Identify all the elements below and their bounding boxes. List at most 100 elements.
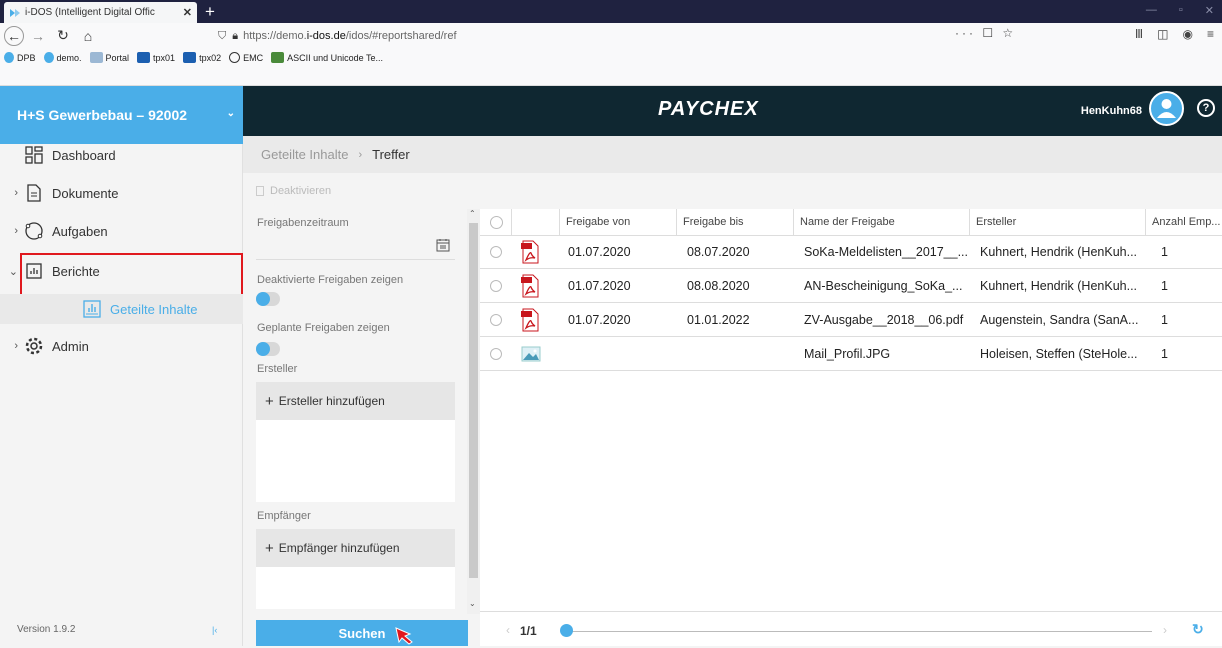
column-header[interactable]: Anzahl Emp... bbox=[1145, 209, 1222, 236]
page-actions[interactable]: ··· ☐ ☆ bbox=[955, 26, 1016, 40]
report-icon bbox=[24, 261, 44, 281]
home-button[interactable]: ⌂ bbox=[77, 25, 99, 47]
menu-icon[interactable]: ≡ bbox=[1207, 27, 1214, 41]
next-page-icon[interactable]: › bbox=[1163, 623, 1167, 637]
sidebar-item-label: Berichte bbox=[52, 263, 100, 279]
period-label: Freigabenzeitraum bbox=[257, 217, 349, 229]
minimize-icon[interactable]: — bbox=[1146, 4, 1157, 17]
close-window-icon[interactable]: ✕ bbox=[1205, 4, 1214, 17]
page-indicator: 1/1 bbox=[520, 624, 537, 638]
company-selector[interactable]: H+S Gewerbebau – 92002 ⌄ bbox=[0, 86, 243, 144]
new-tab-button[interactable]: + bbox=[200, 2, 220, 22]
window-controls: — ▫ ✕ bbox=[1146, 4, 1214, 17]
table-row[interactable]: 01.07.2020 08.07.2020 SoKa-Meldelisten__20… bbox=[480, 236, 1222, 269]
bookmark-portal[interactable]: Portal bbox=[89, 52, 129, 63]
forward-button[interactable]: → bbox=[27, 25, 49, 47]
url-domain: i-dos.de bbox=[306, 30, 346, 42]
cycle-icon bbox=[24, 221, 44, 241]
collapse-sidebar-icon[interactable]: |‹ bbox=[212, 625, 217, 635]
ascii-favicon-icon bbox=[271, 52, 285, 63]
bookmark-tpx02[interactable]: tpx02 bbox=[183, 52, 221, 63]
cell-freigabe-bis: 08.08.2020 bbox=[687, 279, 750, 293]
cell-ersteller: Augenstein, Sandra (SanA... bbox=[980, 313, 1139, 327]
row-select-radio[interactable] bbox=[490, 280, 502, 292]
table-row[interactable]: 01.07.2020 08.08.2020 AN-Bescheinigung_SoK… bbox=[480, 270, 1222, 303]
chevron-right-icon: › bbox=[358, 148, 363, 161]
column-header[interactable]: Freigabe von bbox=[559, 209, 676, 236]
table-row[interactable]: 01.07.2020 01.01.2022 ZV-Ausgabe__2018__06… bbox=[480, 304, 1222, 337]
checkbox-icon bbox=[256, 186, 264, 196]
sidebar-item-geteilte-inhalte[interactable]: Geteilte Inhalte bbox=[0, 294, 243, 324]
mouse-cursor-icon bbox=[393, 625, 415, 648]
scroll-up-icon[interactable]: ⌃ bbox=[469, 209, 476, 218]
period-divider bbox=[256, 259, 455, 260]
image-file-icon bbox=[521, 342, 541, 366]
back-button[interactable]: ← bbox=[4, 25, 24, 46]
sidebar-item-dashboard[interactable]: Dashboard bbox=[0, 140, 243, 170]
creator-label: Ersteller bbox=[257, 363, 298, 375]
search-button[interactable]: Suchen bbox=[256, 620, 468, 646]
avatar[interactable] bbox=[1149, 91, 1184, 126]
browser-tab[interactable]: i-DOS (Intelligent Digital Offic ✕ bbox=[4, 2, 197, 23]
sidebar-item-label: Geteilte Inhalte bbox=[110, 301, 198, 317]
reload-button[interactable]: ↻ bbox=[52, 25, 74, 47]
sidebar-item-berichte[interactable]: ⌄ Berichte bbox=[0, 256, 243, 286]
row-select-radio[interactable] bbox=[490, 314, 502, 326]
sidebar-item-aufgaben[interactable]: › Aufgaben bbox=[0, 216, 243, 246]
add-recipient-button[interactable]: + Empfänger hinzufügen bbox=[256, 529, 455, 567]
bookmark-tpx01[interactable]: tpx01 bbox=[137, 52, 175, 63]
portal-favicon-icon bbox=[89, 52, 103, 63]
shares-table: Freigabe von Freigabe bis Name der Freig… bbox=[480, 209, 1222, 611]
user-icon bbox=[1157, 99, 1176, 118]
username[interactable]: HenKuhn68 bbox=[1081, 105, 1142, 117]
shared-report-icon bbox=[82, 299, 102, 319]
breadcrumb-root[interactable]: Geteilte Inhalte bbox=[261, 147, 348, 162]
plus-icon: + bbox=[265, 392, 274, 410]
row-select-radio[interactable] bbox=[490, 246, 502, 258]
browser-toolbar-icons: Ⅲ ◫ ◉ ≡ bbox=[1135, 27, 1214, 41]
cell-freigabe-von bbox=[568, 338, 676, 371]
version-label: Version 1.9.2 bbox=[17, 624, 76, 635]
row-select-radio[interactable] bbox=[490, 348, 502, 360]
creator-list bbox=[256, 420, 455, 502]
filter-scrollbar[interactable]: ⌃ ⌄ bbox=[467, 209, 480, 614]
column-header[interactable]: Name der Freigabe bbox=[793, 209, 969, 236]
planned-toggle[interactable] bbox=[256, 342, 280, 356]
column-header[interactable]: Ersteller bbox=[969, 209, 1145, 236]
library-icon[interactable]: Ⅲ bbox=[1135, 27, 1143, 41]
scroll-down-icon[interactable]: ⌄ bbox=[469, 599, 476, 608]
column-header[interactable]: Freigabe bis bbox=[676, 209, 793, 236]
page-slider-handle[interactable] bbox=[560, 624, 573, 637]
recipient-label: Empfänger bbox=[257, 510, 311, 522]
close-tab-icon[interactable]: ✕ bbox=[183, 6, 192, 19]
refresh-icon[interactable]: ↻ bbox=[1192, 621, 1204, 638]
cell-freigabe-von: 01.07.2020 bbox=[568, 313, 631, 327]
deactivate-button[interactable]: Deaktivieren bbox=[256, 185, 331, 197]
select-all-radio[interactable] bbox=[490, 216, 503, 229]
table-header: Freigabe von Freigabe bis Name der Freig… bbox=[480, 209, 1222, 236]
url-bar[interactable]: ⛉ 🔒︎ https://demo. i-dos.de/idos/#reports… bbox=[218, 26, 1008, 46]
app-header: PAYCHEX HenKuhn68 ? bbox=[243, 86, 1222, 136]
bookmark-demo[interactable]: demo. bbox=[43, 52, 82, 63]
extension-icon[interactable]: ◉ bbox=[1183, 27, 1193, 41]
recipient-list bbox=[256, 567, 455, 609]
scrollbar-thumb[interactable] bbox=[469, 223, 478, 578]
calendar-icon[interactable] bbox=[436, 238, 450, 255]
bookmark-ascii[interactable]: ASCII und Unicode Te... bbox=[271, 52, 383, 63]
filter-panel: Freigabenzeitraum Deaktivierte Freigaben… bbox=[243, 209, 467, 646]
restore-icon[interactable]: ▫ bbox=[1179, 4, 1183, 17]
deactivated-toggle[interactable] bbox=[256, 292, 280, 306]
cell-name: SoKa-Meldelisten__2017__... bbox=[804, 245, 967, 259]
bookmark-emc[interactable]: EMC bbox=[229, 52, 263, 63]
sidebar-item-dokumente[interactable]: › Dokumente bbox=[0, 178, 243, 208]
sidebar-item-admin[interactable]: › Admin bbox=[0, 331, 243, 361]
idos-favicon-icon bbox=[4, 52, 14, 63]
add-creator-button[interactable]: + Ersteller hinzufügen bbox=[256, 382, 455, 420]
help-icon[interactable]: ? bbox=[1197, 99, 1215, 117]
prev-page-icon[interactable]: ‹ bbox=[506, 623, 510, 637]
sidebar-toggle-icon[interactable]: ◫ bbox=[1157, 27, 1168, 41]
bookmark-dpb[interactable]: DPB bbox=[4, 52, 36, 63]
page-slider-track[interactable] bbox=[564, 631, 1152, 632]
table-row[interactable]: Mail_Profil.JPG Holeisen, Steffen (SteHol… bbox=[480, 338, 1222, 371]
cell-ersteller: Holeisen, Steffen (SteHole... bbox=[980, 347, 1138, 361]
